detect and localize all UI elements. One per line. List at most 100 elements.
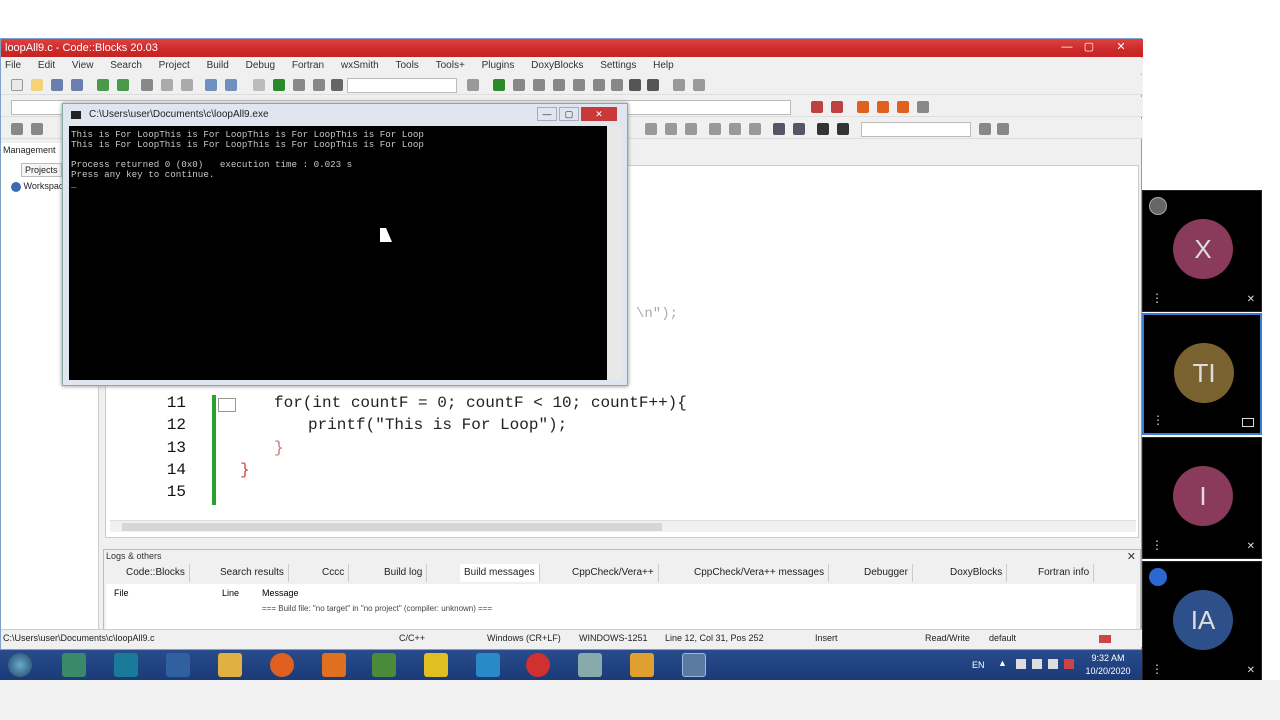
- console-taskbar-icon[interactable]: [682, 653, 706, 677]
- console-minimize-button[interactable]: —: [537, 107, 557, 121]
- wx-icon-4[interactable]: [709, 123, 721, 135]
- participant-tile[interactable]: X ⋮ ✕: [1142, 190, 1262, 312]
- copy-icon[interactable]: [161, 79, 173, 91]
- telegram-icon[interactable]: [476, 653, 500, 677]
- tab-debugger[interactable]: Debugger: [860, 564, 913, 582]
- console-maximize-button[interactable]: ▢: [559, 107, 579, 121]
- tab-build-messages[interactable]: Build messages: [460, 564, 540, 582]
- start-button-icon[interactable]: [8, 653, 32, 677]
- taskbar-app-icon[interactable]: [166, 653, 190, 677]
- taskbar-app-icon[interactable]: [424, 653, 448, 677]
- find-icon[interactable]: [205, 79, 217, 91]
- taskbar-app-icon[interactable]: [578, 653, 602, 677]
- search-icon[interactable]: [979, 123, 991, 135]
- bookmark-clear-icon[interactable]: [917, 101, 929, 113]
- wx-icon-1[interactable]: [645, 123, 657, 135]
- tree-workspace[interactable]: Workspace: [11, 181, 68, 192]
- participant-tile[interactable]: IA ⋮ ✕: [1142, 561, 1262, 683]
- menu-project[interactable]: Project: [159, 58, 190, 74]
- zoom-in-icon[interactable]: [773, 123, 785, 135]
- wx-icon-2[interactable]: [665, 123, 677, 135]
- language-indicator[interactable]: EN: [972, 660, 985, 670]
- c-icon[interactable]: [837, 123, 849, 135]
- build-messages-list[interactable]: File Line Message === Build file: "no ta…: [106, 584, 1136, 634]
- console-output[interactable]: This is For LoopThis is For LoopThis is …: [69, 126, 607, 380]
- menu-view[interactable]: View: [72, 58, 94, 74]
- step-into-icon[interactable]: [553, 79, 565, 91]
- close-button[interactable]: ✕: [1111, 39, 1131, 55]
- column-message[interactable]: Message: [262, 588, 299, 598]
- search-combo[interactable]: [861, 122, 971, 137]
- save-all-icon[interactable]: [71, 79, 83, 91]
- build-settings-icon[interactable]: [253, 79, 265, 91]
- tab-fortran-info[interactable]: Fortran info: [1034, 564, 1095, 582]
- s-icon[interactable]: [817, 123, 829, 135]
- more-options-icon[interactable]: ⋮: [1151, 538, 1163, 552]
- taskbar-app-icon[interactable]: [62, 653, 86, 677]
- abort-icon[interactable]: [331, 79, 343, 91]
- paste-icon[interactable]: [181, 79, 193, 91]
- jump-forward-icon[interactable]: [831, 101, 843, 113]
- fold-marker[interactable]: [218, 398, 236, 412]
- wx-icon-3[interactable]: [685, 123, 697, 135]
- zoom-out-icon[interactable]: [793, 123, 805, 135]
- menu-settings[interactable]: Settings: [600, 58, 636, 74]
- build-run-icon[interactable]: [293, 79, 305, 91]
- clock-date[interactable]: 10/20/2020: [1080, 666, 1136, 676]
- menu-tools[interactable]: Tools: [395, 58, 418, 74]
- tab-codeblocks-log[interactable]: Code::Blocks: [122, 564, 190, 582]
- menu-edit[interactable]: Edit: [38, 58, 55, 74]
- tab-cppcheck-messages[interactable]: CppCheck/Vera++ messages: [690, 564, 830, 582]
- more-options-icon[interactable]: ⋮: [1151, 662, 1163, 676]
- toolbar-icon[interactable]: [467, 79, 479, 91]
- console-window[interactable]: C:\Users\user\Documents\c\loopAll9.exe —…: [62, 103, 628, 386]
- redo-icon[interactable]: [117, 79, 129, 91]
- menu-search[interactable]: Search: [110, 58, 142, 74]
- rebuild-icon[interactable]: [313, 79, 325, 91]
- replace-icon[interactable]: [225, 79, 237, 91]
- bookmark-toggle-icon[interactable]: [857, 101, 869, 113]
- step-instruction-icon[interactable]: [611, 79, 623, 91]
- minimize-button[interactable]: —: [1057, 39, 1077, 55]
- tray-icon[interactable]: [1032, 659, 1042, 669]
- debug-info-icon[interactable]: [693, 79, 705, 91]
- maximize-button[interactable]: ▢: [1079, 39, 1099, 55]
- stop-debug-icon[interactable]: [647, 79, 659, 91]
- search-options-icon[interactable]: [997, 123, 1009, 135]
- undo-icon[interactable]: [97, 79, 109, 91]
- menu-wxsmith[interactable]: wxSmith: [341, 58, 379, 74]
- open-folder-icon[interactable]: [31, 79, 43, 91]
- menu-build[interactable]: Build: [207, 58, 229, 74]
- more-options-icon[interactable]: ⋮: [1151, 291, 1163, 305]
- jump-back-icon[interactable]: [811, 101, 823, 113]
- menu-debug[interactable]: Debug: [246, 58, 275, 74]
- taskbar-app-icon[interactable]: [630, 653, 654, 677]
- firefox-icon[interactable]: [270, 653, 294, 677]
- more-options-icon[interactable]: ⋮: [1152, 413, 1164, 427]
- arduino-icon[interactable]: [114, 653, 138, 677]
- horizontal-scrollbar[interactable]: [110, 520, 1136, 532]
- run-to-cursor-icon[interactable]: [513, 79, 525, 91]
- toolbar-small-icon[interactable]: [11, 123, 23, 135]
- column-line[interactable]: Line: [222, 588, 239, 598]
- bookmark-prev-icon[interactable]: [877, 101, 889, 113]
- clock-time[interactable]: 9:32 AM: [1080, 653, 1136, 663]
- participant-tile-active[interactable]: TI ⋮: [1142, 313, 1262, 435]
- chrome-icon[interactable]: [526, 653, 550, 677]
- menu-tools-plus[interactable]: Tools+: [436, 58, 465, 74]
- tab-cccc[interactable]: Cccc: [318, 564, 350, 582]
- codeblocks-taskbar-icon[interactable]: [372, 653, 396, 677]
- menu-help[interactable]: Help: [653, 58, 674, 74]
- new-file-icon[interactable]: [11, 79, 23, 91]
- participant-tile[interactable]: I ⋮ ✕: [1142, 437, 1262, 559]
- taskbar-app-icon[interactable]: [322, 653, 346, 677]
- menu-fortran[interactable]: Fortran: [292, 58, 324, 74]
- tab-cppcheck[interactable]: CppCheck/Vera++: [568, 564, 659, 582]
- next-instruction-icon[interactable]: [593, 79, 605, 91]
- scrollbar-thumb[interactable]: [122, 523, 662, 531]
- tab-projects[interactable]: Projects: [21, 163, 62, 177]
- wx-icon-6[interactable]: [749, 123, 761, 135]
- console-close-button[interactable]: ✕: [581, 107, 617, 121]
- next-line-icon[interactable]: [533, 79, 545, 91]
- cut-icon[interactable]: [141, 79, 153, 91]
